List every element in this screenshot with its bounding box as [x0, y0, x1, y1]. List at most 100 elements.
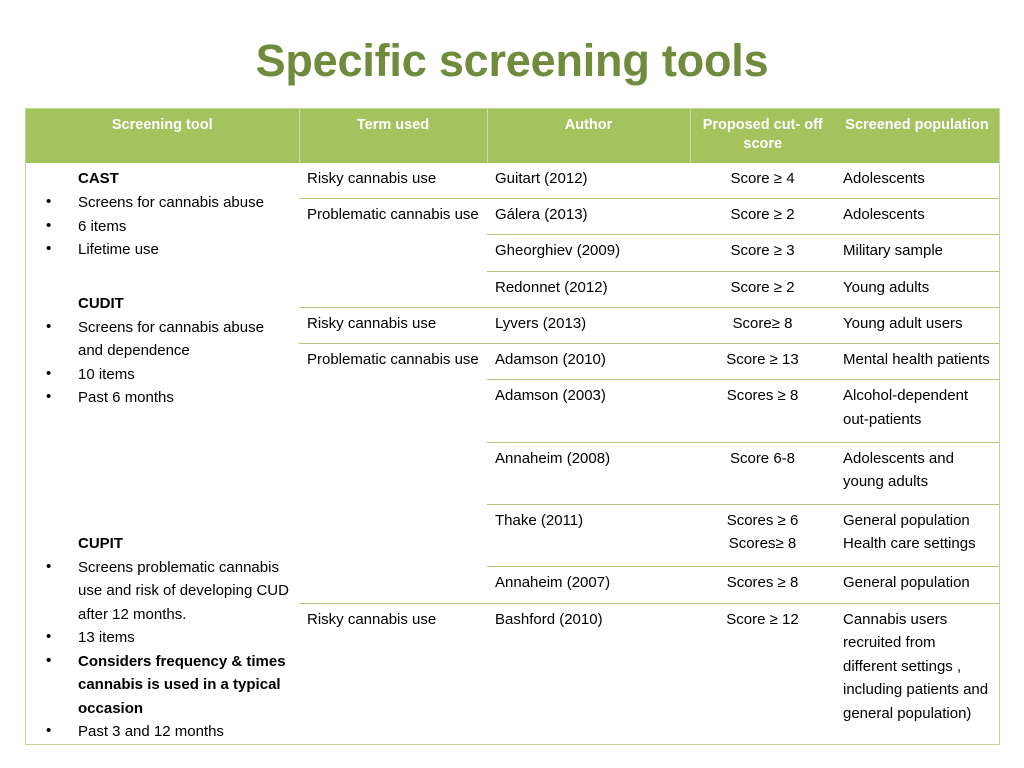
tool-group-cudit: CUDIT Screens for cannabis abuse and depe…	[32, 288, 291, 410]
slide-root: Specific screening tools Screening tool …	[0, 0, 1024, 768]
population-line: Cannabis users recruited from different …	[843, 610, 989, 722]
cutoff-score-cell: Scores ≥ 6 Scores≥ 8	[690, 503, 835, 567]
tool-bullet-list: Screens problematic cannabis use and ris…	[32, 555, 291, 744]
term-used-cell	[299, 234, 487, 272]
author-cell: Gálera (2013)	[487, 198, 690, 235]
term-used-cell: Risky cannabis use	[299, 306, 487, 344]
author-cell: Thake (2011)	[487, 503, 690, 567]
population-cell: Adolescents	[835, 198, 999, 235]
author-cell: Bashford (2010)	[487, 602, 690, 744]
author-cell: Gheorghiev (2009)	[487, 234, 690, 272]
screening-tools-table: Screening tool Term used Author Proposed…	[26, 109, 999, 744]
tool-name: CAST	[78, 170, 119, 187]
cutoff-score-cell: Score ≥ 2	[690, 198, 835, 235]
cutoff-score-cell: Score ≥ 4	[690, 163, 835, 199]
term-used-cell	[299, 379, 487, 443]
author-cell: Annaheim (2007)	[487, 566, 690, 604]
population-cell: Young adult users	[835, 306, 999, 344]
term-used-cell: Problematic cannabis use	[299, 198, 487, 235]
tool-bullet-item: 13 items	[32, 625, 291, 650]
tool-bullet-item: Screens for cannabis abuse and dependenc…	[32, 315, 291, 363]
tool-bullet-item: Screens for cannabis abuse	[32, 190, 291, 215]
score-line: Scores ≥ 8	[726, 574, 799, 592]
population-line: Health care settings	[843, 535, 976, 553]
cutoff-score-cell: Score ≥ 3	[690, 234, 835, 272]
population-cell: Young adults	[835, 270, 999, 308]
author-cell: Redonnet (2012)	[487, 270, 690, 308]
population-line: Young adult users	[843, 314, 963, 332]
population-cell: Adolescents	[835, 163, 999, 199]
table-row: CAST Screens for cannabis abuse6 itemsLif…	[26, 163, 999, 744]
author-cell: Adamson (2010)	[487, 342, 690, 380]
population-line: General population	[843, 574, 970, 592]
cutoff-score-cell: Score ≥ 2	[690, 270, 835, 308]
tool-name: CUDIT	[78, 294, 124, 312]
screening-tools-table-container: Screening tool Term used Author Proposed…	[25, 108, 1000, 745]
score-line: Score ≥ 2	[730, 278, 795, 296]
population-line: Alcohol-dependent out-patients	[843, 387, 969, 428]
population-cell: Alcohol-dependent out-patients	[835, 379, 999, 443]
term-used-cell: Problematic cannabis use	[299, 342, 487, 380]
author-cell: Lyvers (2013)	[487, 306, 690, 344]
tool-group-spacer	[32, 262, 291, 288]
population-cell: Adolescents and young adults	[835, 441, 999, 505]
population-line: General population	[843, 511, 970, 529]
population-cell: General population	[835, 566, 999, 604]
term-used-cell	[299, 566, 487, 604]
page-title: Specific screening tools	[255, 35, 769, 86]
score-line: Scores ≥ 6	[726, 511, 799, 529]
population-line: Young adults	[843, 278, 930, 296]
population-line: Mental health patients	[843, 350, 990, 368]
term-used-cell	[299, 442, 487, 505]
column-header-author: Author	[486, 109, 690, 163]
column-header-screened-population: Screened population	[835, 109, 999, 163]
author-cell: Guitart (2012)	[487, 163, 690, 199]
term-used-cell	[299, 271, 487, 308]
term-used-cell: Risky cannabis use	[299, 602, 487, 744]
cutoff-score-cell: Score ≥ 12	[690, 602, 835, 744]
score-line: Score 6-8	[729, 449, 796, 467]
tool-bullet-item: Past 3 and 12 months	[32, 719, 291, 744]
screening-tool-list: CAST Screens for cannabis abuse6 itemsLif…	[32, 163, 291, 744]
population-line: Adolescents	[843, 170, 925, 187]
tool-bullet-item: Screens problematic cannabis use and ris…	[32, 555, 291, 627]
table-header-row: Screening tool Term used Author Proposed…	[26, 109, 999, 163]
table-body: CAST Screens for cannabis abuse6 itemsLif…	[26, 163, 999, 744]
score-line: Score ≥ 13	[726, 350, 799, 368]
author-cell: Annaheim (2008)	[487, 441, 690, 505]
tool-bullet-item: Past 6 months	[32, 385, 291, 410]
column-header-screening-tool: Screening tool	[26, 109, 299, 163]
score-line: Score ≥ 12	[726, 610, 799, 628]
author-cell: Adamson (2003)	[487, 379, 690, 443]
tool-bullet-item: Considers frequency & times cannabis is …	[32, 649, 291, 721]
screening-tool-cell: CAST Screens for cannabis abuse6 itemsLif…	[26, 163, 299, 744]
population-cell: Military sample	[835, 234, 999, 272]
cutoff-score-cell: Scores ≥ 8	[690, 566, 835, 604]
population-line: Adolescents	[843, 206, 925, 224]
cutoff-score-cell: Score 6-8	[690, 441, 835, 505]
tool-group-cast: CAST Screens for cannabis abuse6 itemsLif…	[32, 163, 291, 262]
population-line: Adolescents and young adults	[843, 449, 954, 491]
population-cell: Cannabis users recruited from different …	[835, 602, 999, 744]
cutoff-score-cell: Score≥ 8	[690, 306, 835, 344]
column-header-cutoff-score: Proposed cut- off score	[689, 109, 835, 163]
score-line: Score≥ 8	[732, 314, 793, 332]
population-cell: General population Health care settings	[835, 503, 999, 567]
score-line: Scores ≥ 8	[726, 387, 799, 405]
tool-group-cupit: CUPIT Screens problematic cannabis use an…	[32, 528, 291, 744]
column-header-term-used: Term used	[298, 109, 487, 163]
tool-name: CUPIT	[78, 534, 123, 552]
term-used-cell: Risky cannabis use	[299, 163, 487, 199]
score-line: Scores≥ 8	[728, 535, 797, 553]
table-header: Screening tool Term used Author Proposed…	[26, 109, 999, 163]
cutoff-score-cell: Scores ≥ 8	[690, 379, 835, 443]
tool-bullet-item: 10 items	[32, 362, 291, 387]
tool-bullet-list: Screens for cannabis abuse6 itemsLifetim…	[32, 190, 291, 262]
tool-bullet-item: Lifetime use	[32, 237, 291, 262]
term-used-cell	[299, 504, 487, 567]
score-line: Score ≥ 4	[730, 170, 795, 187]
score-line: Score ≥ 2	[730, 206, 795, 224]
population-line: Military sample	[843, 242, 944, 260]
population-cell: Mental health patients	[835, 342, 999, 380]
cutoff-score-cell: Score ≥ 13	[690, 342, 835, 380]
